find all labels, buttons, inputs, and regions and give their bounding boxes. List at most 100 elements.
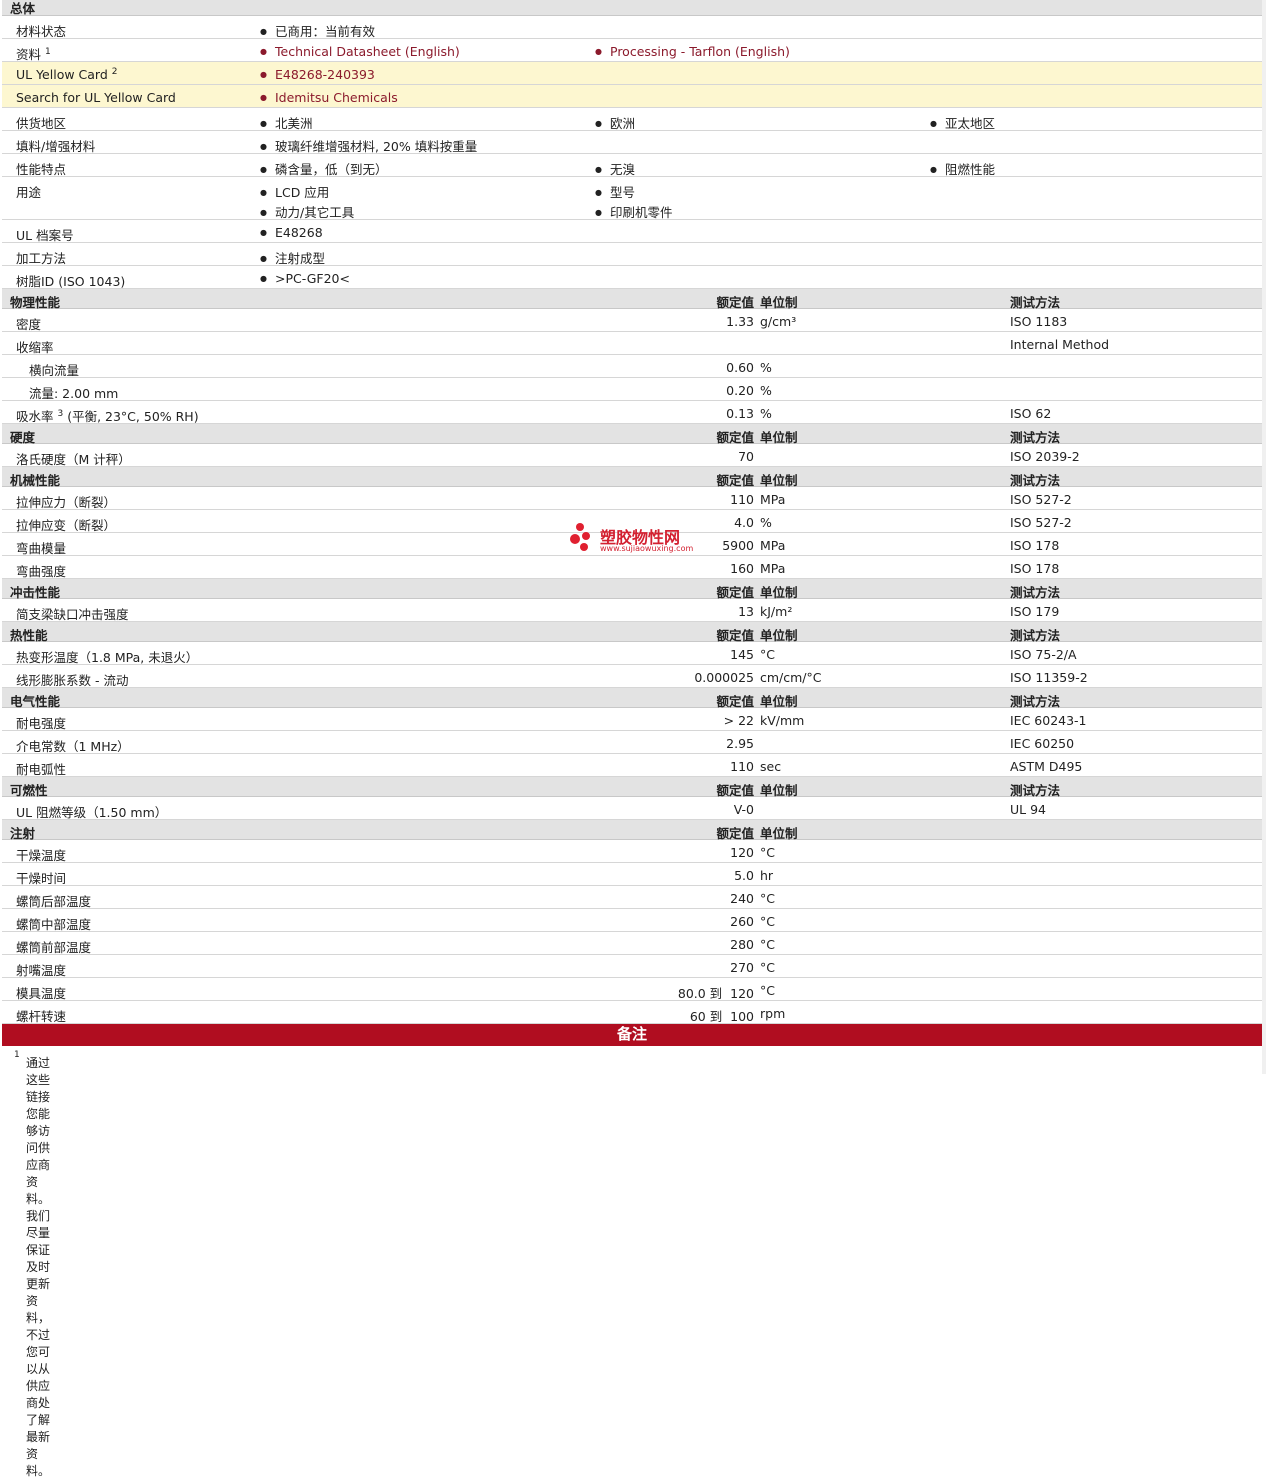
- row-unit: °C: [760, 845, 775, 860]
- row-value: 280: [730, 937, 754, 952]
- row-label: 拉伸应变（断裂）: [16, 518, 117, 533]
- row-method: ISO 179: [1010, 604, 1060, 619]
- row-label: 热变形温度（1.8 MPa, 未退火）: [16, 650, 199, 665]
- table-row: 耐电强度 > 22 kV/mm IEC 60243-1: [2, 708, 1262, 731]
- row-unit: %: [760, 515, 772, 530]
- link-technical-datasheet[interactable]: Technical Datasheet (English): [260, 44, 460, 59]
- row-value: 北美洲: [260, 113, 313, 132]
- section-hardness: 硬度 额定值 单位制 测试方法: [2, 424, 1262, 445]
- row-value: 80.0 到 120: [677, 986, 754, 1001]
- table-row: 螺杆转速 60 到 100 rpm: [2, 1001, 1262, 1024]
- row-label: UL Yellow Card 2: [16, 67, 118, 83]
- row-value: 260: [730, 914, 754, 929]
- table-row: 流量: 2.00 mm 0.20 %: [2, 378, 1262, 401]
- row-unit: °C: [760, 960, 775, 975]
- table-row: 干燥时间 5.0 hr: [2, 863, 1262, 886]
- row-method: IEC 60243-1: [1010, 713, 1087, 728]
- watermark: 塑胶物性网 www.sujiaowuxing.com: [570, 522, 710, 558]
- row-value: 欧洲: [595, 113, 635, 132]
- table-row: 螺筒前部温度 280 °C: [2, 932, 1262, 955]
- row-value: 4.0: [734, 515, 754, 530]
- row-unit: MPa: [760, 561, 786, 576]
- row-value: 270: [730, 960, 754, 975]
- table-row: 介电常数（1 MHz） 2.95 IEC 60250: [2, 731, 1262, 754]
- row-label: 简支梁缺口冲击强度: [16, 607, 129, 622]
- row-features: 性能特点 磷含量，低（到无） 无溴 阻燃性能: [2, 154, 1262, 177]
- row-unit: hr: [760, 868, 774, 883]
- row-ul-file: UL 档案号 E48268: [2, 220, 1262, 243]
- row-label: 用途: [16, 185, 42, 200]
- row-value: 1.33: [726, 314, 754, 329]
- table-row: 收缩率 Internal Method: [2, 332, 1262, 355]
- row-label: 干燥温度: [16, 848, 67, 863]
- row-label: Search for UL Yellow Card: [16, 90, 176, 105]
- row-label: UL 档案号: [16, 228, 74, 243]
- note-1: 1 通过这些链接您能够访问供应商资料。我们尽量保证及时更新资料，不过您可以从供应…: [2, 1046, 1262, 1478]
- row-value: 0.20: [726, 383, 754, 398]
- row-value: V-0: [733, 802, 754, 817]
- notes-header: 备注: [2, 1024, 1262, 1046]
- row-label: 材料状态: [16, 24, 67, 39]
- row-value: 已商用：当前有效: [260, 21, 375, 40]
- section-impact: 冲击性能 额定值 单位制 测试方法: [2, 579, 1262, 600]
- row-method: IEC 60250: [1010, 736, 1075, 751]
- row-method: ASTM D495: [1010, 759, 1083, 774]
- link-processing-tarflon[interactable]: Processing - Tarflon (English): [595, 44, 790, 59]
- row-method: ISO 527-2: [1010, 515, 1072, 530]
- row-value: 动力/其它工具: [260, 202, 354, 221]
- section-mechanical: 机械性能 额定值 单位制 测试方法: [2, 467, 1262, 488]
- row-availability: 供货地区 北美洲 欧洲 亚太地区: [2, 108, 1262, 131]
- row-unit: MPa: [760, 538, 786, 553]
- row-unit: °C: [760, 647, 775, 662]
- row-value: 5.0: [734, 868, 754, 883]
- row-documents: 资料 1 Technical Datasheet (English) Proce…: [2, 39, 1262, 62]
- row-label: 资料 1: [16, 46, 51, 62]
- row-label: 性能特点: [16, 162, 67, 177]
- row-label: 流量: 2.00 mm: [29, 386, 119, 401]
- row-label: 弯曲强度: [16, 564, 67, 579]
- row-label: 吸水率 3 (平衡, 23°C, 50% RH): [16, 408, 199, 424]
- row-ul-yellow-card: UL Yellow Card 2 E48268-240393: [2, 62, 1262, 85]
- row-search-ul: Search for UL Yellow Card Idemitsu Chemi…: [2, 85, 1262, 108]
- table-row: 热变形温度（1.8 MPa, 未退火） 145 °C ISO 75-2/A: [2, 642, 1262, 665]
- row-label: 耐电强度: [16, 716, 67, 731]
- table-row: 耐电弧性 110 sec ASTM D495: [2, 754, 1262, 777]
- row-label: 弯曲模量: [16, 541, 67, 556]
- section-flammability: 可燃性 额定值 单位制 测试方法: [2, 777, 1262, 798]
- row-processing-method: 加工方法 注射成型: [2, 243, 1262, 266]
- row-value: 110: [730, 759, 754, 774]
- row-label: 收缩率: [16, 340, 54, 355]
- table-row: 洛氏硬度（M 计秤） 70 ISO 2039-2: [2, 444, 1262, 467]
- section-thermal: 热性能 额定值 单位制 测试方法: [2, 622, 1262, 643]
- link-ul-yellow-card[interactable]: E48268-240393: [260, 67, 375, 82]
- row-label: 模具温度: [16, 986, 67, 1001]
- row-label: 螺筒前部温度: [16, 940, 92, 955]
- row-material-status: 材料状态 已商用：当前有效: [2, 16, 1262, 39]
- row-method: UL 94: [1010, 802, 1046, 817]
- row-label: 螺杆转速: [16, 1009, 67, 1024]
- link-idemitsu[interactable]: Idemitsu Chemicals: [260, 90, 398, 105]
- table-row: 线形膨胀系数 - 流动 0.000025 cm/cm/°C ISO 11359-…: [2, 665, 1262, 688]
- row-method: ISO 2039-2: [1010, 449, 1080, 464]
- section-physical: 物理性能 额定值 单位制 测试方法: [2, 289, 1262, 310]
- row-value: 110: [730, 492, 754, 507]
- row-label: 横向流量: [29, 363, 80, 378]
- table-row: 简支梁缺口冲击强度 13 kJ/m² ISO 179: [2, 599, 1262, 622]
- row-label: UL 阻燃等级（1.50 mm）: [16, 805, 168, 820]
- row-value: 60 到 100: [689, 1009, 754, 1024]
- section-general: 总体: [2, 0, 1262, 16]
- row-value: 5900: [722, 538, 754, 553]
- note-text: 1 通过这些链接您能够访问供应商资料。我们尽量保证及时更新资料，不过您可以从供应…: [14, 1050, 51, 1478]
- row-label: 树脂ID (ISO 1043): [16, 274, 126, 289]
- row-unit: kJ/m²: [760, 604, 793, 619]
- row-label: 线形膨胀系数 - 流动: [16, 673, 129, 688]
- row-value: 13: [738, 604, 754, 619]
- row-value: 型号: [595, 182, 635, 201]
- watermark-logo-icon: [570, 523, 590, 551]
- row-method: ISO 178: [1010, 538, 1060, 553]
- row-label: 介电常数（1 MHz）: [16, 739, 130, 754]
- row-value: 145: [730, 647, 754, 662]
- row-unit: kV/mm: [760, 713, 805, 728]
- section-title: 总体: [10, 1, 36, 16]
- row-label: 射嘴温度: [16, 963, 67, 978]
